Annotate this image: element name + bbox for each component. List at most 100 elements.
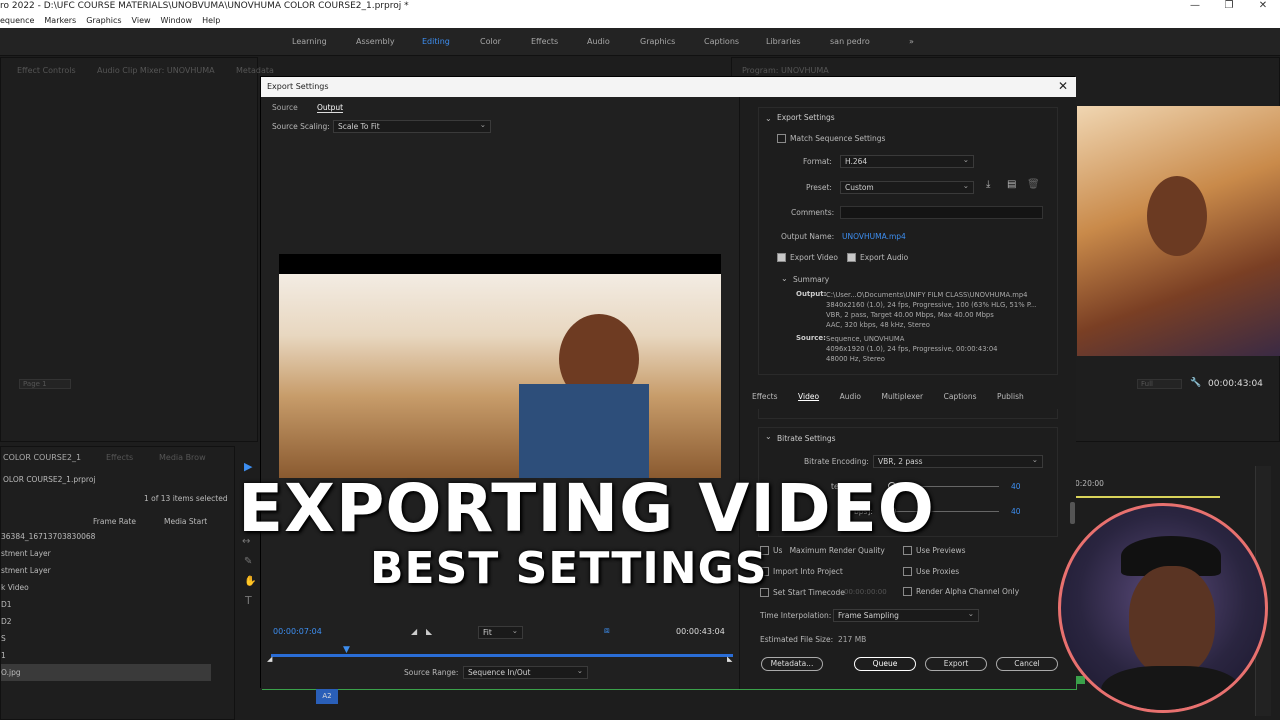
comments-field[interactable] [840,206,1043,219]
hand-tool-icon[interactable]: ✋ [244,576,256,587]
menu-view[interactable]: View [132,14,151,28]
match-sequence-checkbox[interactable] [777,134,786,143]
format-select[interactable]: H.264 [840,154,974,168]
source-range-label: Source Range: [404,668,459,677]
wrench-icon[interactable]: 🔧 [1190,378,1201,388]
source-range-select[interactable]: Sequence In/Out [463,665,588,679]
preview-scrubber[interactable] [271,654,733,657]
workspace-audio[interactable]: Audio [587,37,610,46]
tab-effects-settings[interactable]: Effects [752,392,778,401]
list-item[interactable]: stment Layer [1,562,211,579]
queue-button[interactable]: Queue [854,657,916,671]
close-icon[interactable]: ✕ [1058,79,1068,93]
tab-captions-settings[interactable]: Captions [944,392,977,401]
list-item[interactable]: 1 [1,647,211,664]
subject-garment [519,384,649,478]
subject-face [1147,176,1207,256]
workspace-libraries[interactable]: Libraries [766,37,801,46]
column-media-start[interactable]: Media Start [164,517,207,526]
render-alpha-checkbox[interactable] [903,587,912,596]
workspace-color[interactable]: Color [480,37,501,46]
output-name-link[interactable]: UNOVHUMA.mp4 [842,232,906,241]
chevron-down-icon[interactable]: ⌄ [765,114,772,123]
column-frame-rate[interactable]: Frame Rate [93,517,136,526]
tab-publish[interactable]: Publish [997,392,1024,401]
tab-source[interactable]: Source [272,103,298,112]
tab-effect-controls[interactable]: Effect Controls [17,66,76,75]
list-item[interactable]: k Video [1,579,211,596]
list-item-selected[interactable]: O.jpg [1,664,211,681]
restore-icon[interactable]: ❐ [1212,0,1246,14]
minimize-icon[interactable]: — [1178,0,1212,14]
list-item[interactable]: D1 [1,596,211,613]
summary-source-line: 4096x1920 (1.0), 24 fps, Progressive, 00… [826,345,998,353]
source-scaling-label: Source Scaling: [272,122,330,131]
target-bitrate-value[interactable]: 40 [1011,482,1021,491]
in-point-icon[interactable]: ◢ [267,655,272,663]
tab-audio-settings[interactable]: Audio [840,392,861,401]
workspace-san-pedro[interactable]: san pedro [830,37,870,46]
tab-metadata[interactable]: Metadata [236,66,274,75]
workspace-assembly[interactable]: Assembly [356,37,395,46]
workspace-graphics[interactable]: Graphics [640,37,675,46]
tab-video-settings[interactable]: Video [798,392,819,401]
list-item[interactable]: D2 [1,613,211,630]
max-bitrate-value[interactable]: 40 [1011,507,1021,516]
workspace-editing[interactable]: Editing [422,37,450,46]
type-tool-icon[interactable]: T [245,594,252,607]
export-video-checkbox[interactable] [777,253,786,262]
settings-scrollbar[interactable] [1070,502,1075,524]
list-item[interactable]: 36384_16713703830068 [1,528,211,545]
workspace-more-icon[interactable]: » [909,37,914,46]
tab-effects[interactable]: Effects [106,453,133,462]
workspace-captions[interactable]: Captions [704,37,739,46]
use-proxies-checkbox[interactable] [903,567,912,576]
use-previews-label: Use Previews [916,546,966,555]
import-preset-icon[interactable]: ▤ [1007,179,1016,190]
tab-media-browser[interactable]: Media Brow [159,453,206,462]
page-select[interactable]: Page 1 [19,379,71,389]
list-item[interactable]: stment Layer [1,545,211,562]
work-area-bar[interactable] [1075,496,1220,498]
safe-margins-icon[interactable]: ⧈ [604,626,610,636]
current-time[interactable]: 00:00:07:04 [273,627,322,636]
summary-chevron-icon[interactable]: ⌄ [781,274,788,283]
cancel-button[interactable]: Cancel [996,657,1058,671]
workspace-learning[interactable]: Learning [292,37,327,46]
source-scaling-select[interactable]: Scale To Fit [333,119,491,133]
start-timecode-field[interactable]: 00:00:00:00 [844,588,887,596]
summary-source-details: Sequence, UNOVHUMA 4096x1920 (1.0), 24 f… [826,334,1051,364]
metadata-button[interactable]: Metadata... [761,657,823,671]
use-previews-checkbox[interactable] [903,546,912,555]
export-button[interactable]: Export [925,657,987,671]
menu-graphics[interactable]: Graphics [86,14,121,28]
mark-in-icon[interactable]: ◢ [411,627,417,636]
close-window-icon[interactable]: ✕ [1246,0,1280,14]
delete-preset-icon[interactable]: 🗑 [1027,179,1040,190]
tab-output[interactable]: Output [317,103,344,113]
list-item[interactable]: S [1,630,211,647]
menu-markers[interactable]: Markers [44,14,76,28]
program-fit-select[interactable]: Full [1137,379,1182,389]
bitrate-chevron-icon[interactable]: ⌄ [765,432,772,441]
tab-project[interactable]: COLOR COURSE2_1 [3,453,81,462]
preview-fit-select[interactable]: Fit [478,625,523,639]
tab-multiplexer[interactable]: Multiplexer [881,392,923,401]
out-point-icon[interactable]: ◣ [727,655,732,663]
menu-sequence[interactable]: equence [0,14,34,28]
workspace-effects[interactable]: Effects [531,37,558,46]
menu-window[interactable]: Window [161,14,193,28]
time-interpolation-select[interactable]: Frame Sampling [833,608,979,622]
preset-select[interactable]: Custom [840,180,974,194]
track-target-a2[interactable]: A2 [316,688,338,704]
playhead-icon[interactable]: ▼ [343,645,350,655]
estimated-file-size-value: 217 MB [838,635,867,644]
tab-audio-clip-mixer[interactable]: Audio Clip Mixer: UNOVHUMA [97,66,215,75]
summary-output-label: Output: [796,290,827,298]
save-preset-icon[interactable]: ⤓ [986,179,990,190]
menu-help[interactable]: Help [202,14,220,28]
export-audio-checkbox[interactable] [847,253,856,262]
mark-out-icon[interactable]: ◣ [426,627,432,636]
bitrate-encoding-select[interactable]: VBR, 2 pass [873,454,1043,468]
pen-tool-icon[interactable]: ✎ [244,556,252,567]
